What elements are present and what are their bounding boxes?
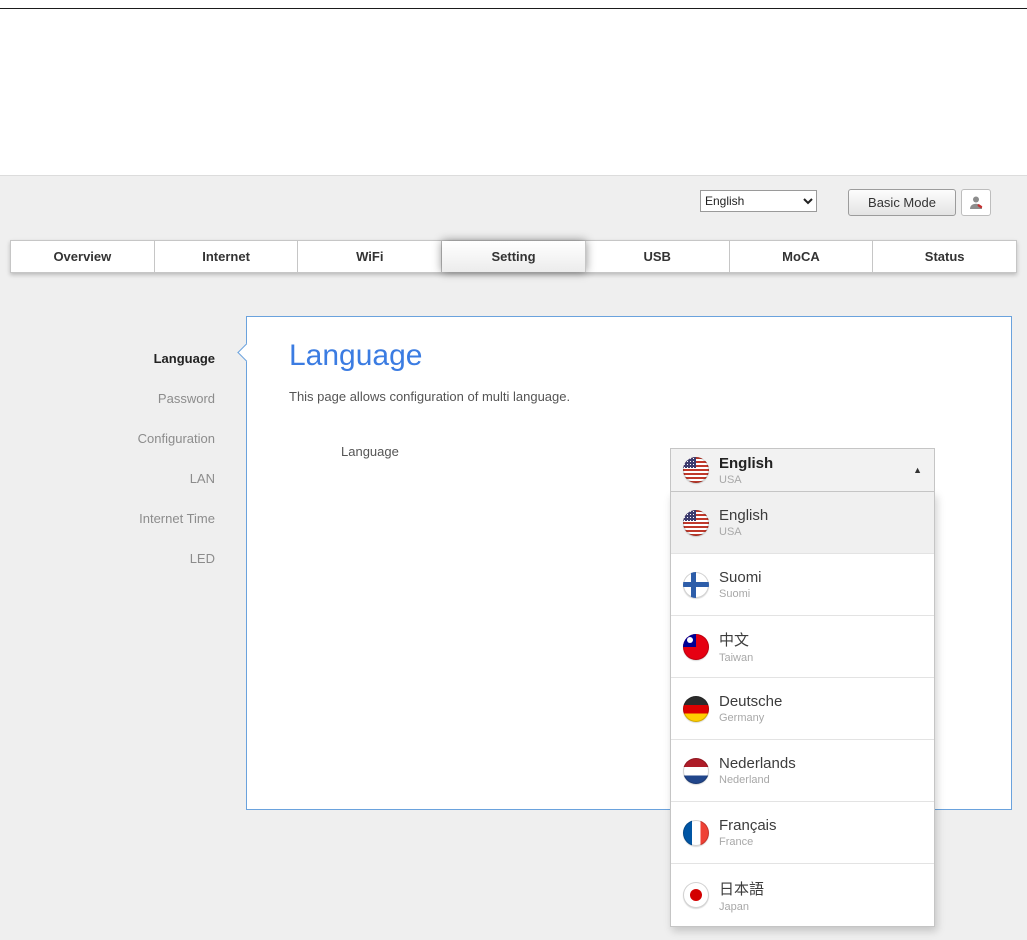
- language-option-chinese[interactable]: 中文 Taiwan: [671, 616, 934, 678]
- router-admin-screen: English Basic Mode Overview Internet WiF…: [0, 0, 1027, 940]
- language-option-label: Français: [719, 817, 777, 834]
- germany-flag-icon: [683, 695, 709, 722]
- selected-language-sublabel: USA: [719, 473, 742, 486]
- sidebar-item-password[interactable]: Password: [0, 379, 215, 419]
- basic-mode-button[interactable]: Basic Mode: [848, 189, 956, 216]
- user-icon: [970, 196, 983, 209]
- language-option-japanese[interactable]: 日本語 Japan: [671, 864, 934, 926]
- top-border-line: [0, 8, 1027, 9]
- usa-flag-icon: [683, 457, 709, 483]
- tab-internet[interactable]: Internet: [154, 241, 299, 272]
- language-option-deutsche[interactable]: Deutsche Germany: [671, 678, 934, 740]
- main-nav-tabs: Overview Internet WiFi Setting USB MoCA …: [10, 240, 1017, 273]
- finland-flag-icon: [683, 571, 709, 598]
- user-account-button[interactable]: [961, 189, 991, 216]
- taiwan-flag-icon: [683, 633, 709, 660]
- language-option-sublabel: Germany: [719, 712, 765, 724]
- language-option-label: English: [719, 507, 769, 524]
- language-option-label: 中文: [719, 632, 750, 649]
- sidebar-item-language[interactable]: Language: [0, 339, 215, 379]
- netherlands-flag-icon: [683, 757, 709, 784]
- tab-setting[interactable]: Setting: [442, 241, 586, 272]
- language-option-nederlands[interactable]: Nederlands Nederland: [671, 740, 934, 802]
- language-dropdown: English USA ▲ English USA Suomi Suomi 中文…: [670, 448, 935, 927]
- sidebar-item-configuration[interactable]: Configuration: [0, 419, 215, 459]
- usa-flag-icon: [683, 509, 709, 536]
- tab-overview[interactable]: Overview: [11, 241, 155, 272]
- language-dropdown-selected[interactable]: English USA ▲: [670, 448, 935, 492]
- language-option-sublabel: Suomi: [719, 588, 751, 600]
- language-option-suomi[interactable]: Suomi Suomi: [671, 554, 934, 616]
- language-option-sublabel: Japan: [719, 900, 749, 913]
- language-field-label: Language: [341, 444, 399, 459]
- tab-status[interactable]: Status: [873, 241, 1017, 272]
- language-option-sublabel: Taiwan: [719, 652, 754, 664]
- language-option-sublabel: USA: [719, 526, 742, 538]
- selected-language-label: English: [719, 454, 774, 472]
- chevron-up-icon: ▲: [913, 465, 922, 475]
- settings-sidebar: Language Password Configuration LAN Inte…: [0, 339, 215, 579]
- tab-moca[interactable]: MoCA: [729, 241, 874, 272]
- france-flag-icon: [683, 819, 709, 846]
- language-option-label: Suomi: [719, 569, 762, 586]
- language-option-label: Deutsche: [719, 693, 783, 710]
- sidebar-item-led[interactable]: LED: [0, 539, 215, 579]
- language-dropdown-list: English USA Suomi Suomi 中文 Taiwan Deutsc…: [670, 492, 935, 927]
- japan-flag-icon: [683, 882, 709, 908]
- language-option-sublabel: Nederland: [719, 774, 770, 786]
- language-option-english[interactable]: English USA: [671, 492, 934, 554]
- page-title: Language: [289, 339, 423, 372]
- language-option-label: 日本語: [719, 880, 765, 898]
- ui-language-select[interactable]: English: [700, 190, 817, 212]
- sidebar-item-internet-time[interactable]: Internet Time: [0, 499, 215, 539]
- tab-wifi[interactable]: WiFi: [298, 241, 443, 272]
- tab-usb[interactable]: USB: [585, 241, 730, 272]
- language-option-francais[interactable]: Français France: [671, 802, 934, 864]
- language-option-label: Nederlands: [719, 755, 796, 772]
- language-option-sublabel: France: [719, 836, 754, 848]
- sidebar-item-lan[interactable]: LAN: [0, 459, 215, 499]
- page-description: This page allows configuration of multi …: [289, 389, 571, 404]
